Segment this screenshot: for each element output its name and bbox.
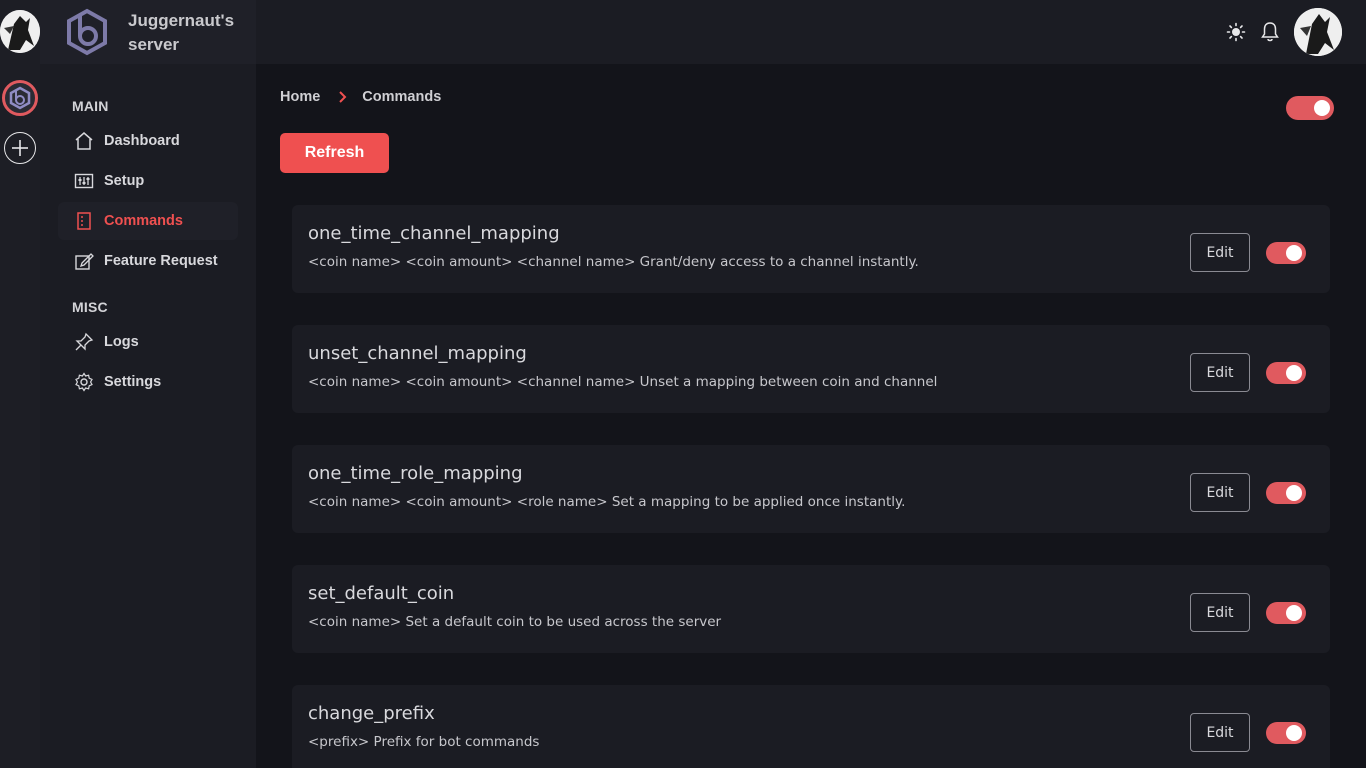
breadcrumb: Home Commands [280,89,441,105]
section-label-misc: MISC [72,299,108,315]
command-name: set_default_coin [308,583,455,604]
global-toggle[interactable] [1286,96,1334,120]
edit-button[interactable]: Edit [1190,353,1250,392]
command-toggle[interactable] [1266,482,1306,504]
bell-icon[interactable] [1260,21,1280,43]
command-name: unset_channel_mapping [308,343,527,364]
section-label-main: MAIN [72,98,109,114]
sidebar-item-feature-request[interactable]: Feature Request [58,242,238,280]
edit-button[interactable]: Edit [1190,713,1250,752]
refresh-button[interactable]: Refresh [280,133,389,173]
sidebar-item-setup[interactable]: Setup [58,162,238,200]
command-toggle[interactable] [1266,602,1306,624]
sidebar-item-label: Commands [104,213,183,229]
edit-button[interactable]: Edit [1190,593,1250,632]
add-server-icon[interactable] [4,132,36,164]
command-description: <coin name> <coin amount> <channel name>… [308,254,919,270]
gear-icon [74,372,94,392]
sidebar-item-label: Settings [104,374,162,390]
sidebar-item-settings[interactable]: Settings [58,363,238,401]
command-description: <coin name> <coin amount> <channel name>… [308,374,938,390]
sidebar-item-dashboard[interactable]: Dashboard [58,122,238,160]
server-icon[interactable] [2,80,38,116]
sidebar-item-label: Feature Request [104,253,218,269]
sidebar-item-logs[interactable]: Logs [58,323,238,361]
user-avatar[interactable] [1294,8,1342,56]
bot-logo-icon [63,8,111,56]
command-description: <coin name> Set a default coin to be use… [308,614,722,630]
command-description: <prefix> Prefix for bot commands [308,734,540,750]
command-description: <coin name> <coin amount> <role name> Se… [308,494,906,510]
command-card: one_time_role_mapping <coin name> <coin … [292,445,1330,533]
command-card: one_time_channel_mapping <coin name> <co… [292,205,1330,293]
chevron-right-icon [338,91,348,103]
topbar [256,0,1366,64]
edit-button[interactable]: Edit [1190,233,1250,272]
server-rail [0,0,40,768]
sidebar-item-label: Setup [104,173,145,189]
command-card: unset_channel_mapping <coin name> <coin … [292,325,1330,413]
sidebar-item-commands[interactable]: Commands [58,202,238,240]
breadcrumb-home[interactable]: Home [280,89,320,105]
brand: Juggernaut's server [40,0,256,64]
command-name: change_prefix [308,703,435,724]
server-name: Juggernaut's server [128,11,235,54]
breadcrumb-current: Commands [362,89,442,105]
command-card: set_default_coin <coin name> Set a defau… [292,565,1330,653]
sidebar-item-label: Dashboard [104,133,180,149]
commands-icon [74,211,94,231]
edit-button[interactable]: Edit [1190,473,1250,512]
command-name: one_time_role_mapping [308,463,523,484]
command-name: one_time_channel_mapping [308,223,560,244]
sun-icon[interactable] [1226,22,1246,42]
sidebar-item-label: Logs [104,334,139,350]
command-toggle[interactable] [1266,362,1306,384]
pin-icon [74,332,94,352]
command-card: change_prefix <prefix> Prefix for bot co… [292,685,1330,768]
home-icon [74,131,94,151]
user-avatar-rail[interactable] [0,10,40,53]
command-toggle[interactable] [1266,242,1306,264]
edit-icon [74,251,94,271]
sliders-icon [74,171,94,191]
sidebar: Juggernaut's server MAIN Dashboard Setup… [40,0,256,768]
command-toggle[interactable] [1266,722,1306,744]
